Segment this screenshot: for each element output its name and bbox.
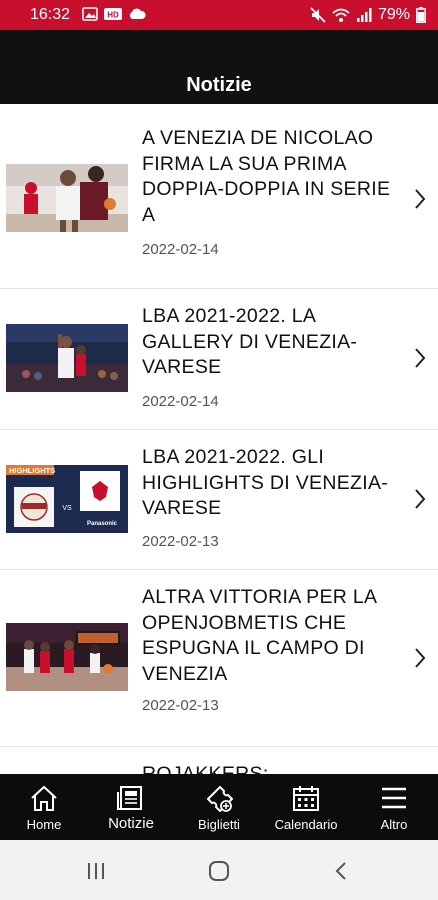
chevron-right-icon [415, 189, 426, 209]
battery-icon [416, 7, 426, 23]
gallery-notification-icon [82, 7, 98, 21]
status-time: 16:32 [30, 6, 71, 23]
bottom-navigation: Home Notizie Biglietti Calendario Altro [0, 774, 438, 840]
news-thumbnail [6, 164, 128, 232]
news-list[interactable]: A VENEZIA DE NICOLAO FIRMA LA SUA PRIMA … [0, 104, 438, 774]
menu-icon [382, 787, 406, 809]
battery-percentage: 79% [377, 6, 410, 23]
chevron-right-icon [415, 489, 426, 509]
news-title: A VENEZIA DE NICOLAO FIRMA LA SUA PRIMA … [142, 127, 391, 226]
nav-home-label: Home [26, 817, 62, 832]
nav-biglietti-label: Biglietti [198, 817, 240, 832]
highlights-banner-text: HIGHLIGHTS [9, 466, 55, 475]
recent-apps-icon[interactable] [86, 862, 106, 880]
newspaper-icon [117, 786, 142, 810]
news-item[interactable]: LBA 2021-2022. LA GALLERY DI VENEZIA-VAR… [0, 288, 438, 430]
home-icon [31, 785, 57, 811]
news-date: 2022-02-14 [142, 393, 219, 410]
nav-altro[interactable]: Altro [352, 774, 436, 840]
hd-notification-icon: HD [104, 8, 122, 20]
app-header: Notizie [0, 30, 438, 104]
news-thumbnail: HIGHLIGHTS VS Panasonic [6, 465, 128, 533]
news-title: ALTRA VITTORIA PER LA OPENJOBMETIS CHE E… [142, 586, 377, 685]
chevron-right-icon [415, 348, 426, 368]
mute-icon [310, 7, 326, 23]
news-date: 2022-02-13 [142, 697, 219, 714]
nav-notizie[interactable]: Notizie [89, 774, 173, 840]
news-thumbnail [6, 623, 128, 691]
nav-notizie-label: Notizie [108, 815, 154, 832]
news-title: LBA 2021-2022. LA GALLERY DI VENEZIA-VAR… [142, 305, 358, 378]
news-title: ROJAKKERS: [142, 763, 269, 774]
nav-calendario[interactable]: Calendario [264, 774, 348, 840]
cloud-icon [129, 8, 146, 19]
page-title: Notizie [186, 74, 252, 96]
back-icon[interactable] [334, 861, 348, 881]
news-title: LBA 2021-2022. GLI HIGHLIGHTS DI VENEZIA… [142, 446, 389, 519]
sponsor-text: Panasonic [87, 521, 118, 527]
nav-altro-label: Altro [380, 817, 408, 832]
nav-biglietti[interactable]: Biglietti [177, 774, 261, 840]
signal-icon [356, 8, 372, 22]
calendar-icon [293, 786, 319, 811]
news-item[interactable]: ROJAKKERS: [0, 746, 438, 774]
wifi-icon [332, 8, 350, 22]
chevron-right-icon [415, 648, 426, 668]
home-button-icon[interactable] [208, 861, 230, 881]
system-navigation-bar [0, 840, 438, 900]
svg-text:HD: HD [107, 11, 119, 20]
status-bar: 16:32 HD 79% [0, 0, 438, 30]
news-item[interactable]: HIGHLIGHTS VS Panasonic LBA 2021-2022. G… [0, 429, 438, 570]
nav-home[interactable]: Home [2, 774, 86, 840]
news-date: 2022-02-13 [142, 533, 219, 550]
news-thumbnail [6, 324, 128, 392]
vs-text: VS [62, 505, 72, 512]
ticket-icon [206, 785, 234, 812]
nav-calendario-label: Calendario [274, 817, 338, 832]
news-date: 2022-02-14 [142, 241, 219, 258]
news-item[interactable]: A VENEZIA DE NICOLAO FIRMA LA SUA PRIMA … [0, 104, 438, 289]
news-item[interactable]: ALTRA VITTORIA PER LA OPENJOBMETIS CHE E… [0, 569, 438, 747]
